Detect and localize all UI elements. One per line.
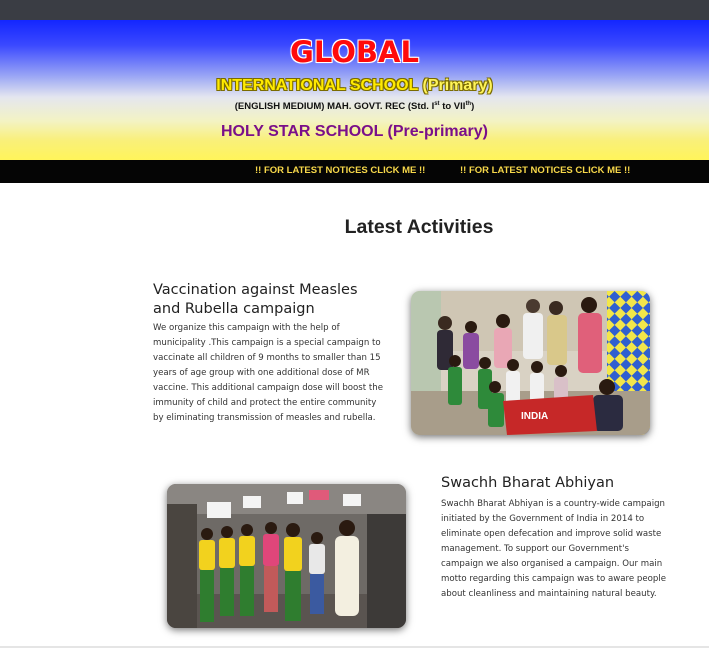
- medium-prefix: (ENGLISH MEDIUM) MAH. GOVT. REC (Std. I: [234, 101, 435, 113]
- notice-ticker-bar: !! FOR LATEST NOTICES CLICK ME !! !! FOR…: [0, 160, 709, 183]
- activity-title-vaccination: Vaccination against Measles and Rubella …: [153, 282, 358, 317]
- school-title-global: GLOBAL: [290, 35, 419, 69]
- browser-top-bar: [0, 0, 709, 20]
- latest-notices-link-2[interactable]: !! FOR LATEST NOTICES CLICK ME !!: [460, 165, 630, 176]
- latest-notices-link-1[interactable]: !! FOR LATEST NOTICES CLICK ME !!: [255, 165, 425, 176]
- school-recognition-line: (ENGLISH MEDIUM) MAH. GOVT. REC (Std. Is…: [0, 101, 709, 112]
- title-intl-primary: (Primary): [422, 77, 493, 94]
- school-title-international: INTERNATIONAL SCHOOL (Primary): [0, 77, 709, 95]
- vaccination-campaign-photo: INDIA: [411, 291, 650, 435]
- school-header-banner: GLOBAL INTERNATIONAL SCHOOL (Primary) (E…: [0, 20, 709, 160]
- activity-description-vaccination: We organize this campaign with the help …: [153, 323, 383, 423]
- activity-description-swachh-bharat: Swachh Bharat Abhiyan is a country-wide …: [441, 499, 667, 599]
- holy-star-subtitle: HOLY STAR SCHOOL (Pre-primary): [220, 123, 489, 140]
- medium-middle: to VII: [439, 101, 466, 113]
- swachh-bharat-campaign-photo: [167, 484, 406, 628]
- latest-activities-heading: Latest Activities: [344, 216, 494, 238]
- swachh-photo-illustration: [167, 484, 406, 628]
- vaccination-photo-illustration: INDIA: [411, 291, 650, 435]
- photo-banner-text: INDIA: [521, 411, 548, 422]
- activity-title-swachh-bharat: Swachh Bharat Abhiyan: [441, 475, 615, 491]
- medium-suffix: ): [471, 101, 475, 113]
- title-intl-main: INTERNATIONAL SCHOOL: [216, 77, 419, 94]
